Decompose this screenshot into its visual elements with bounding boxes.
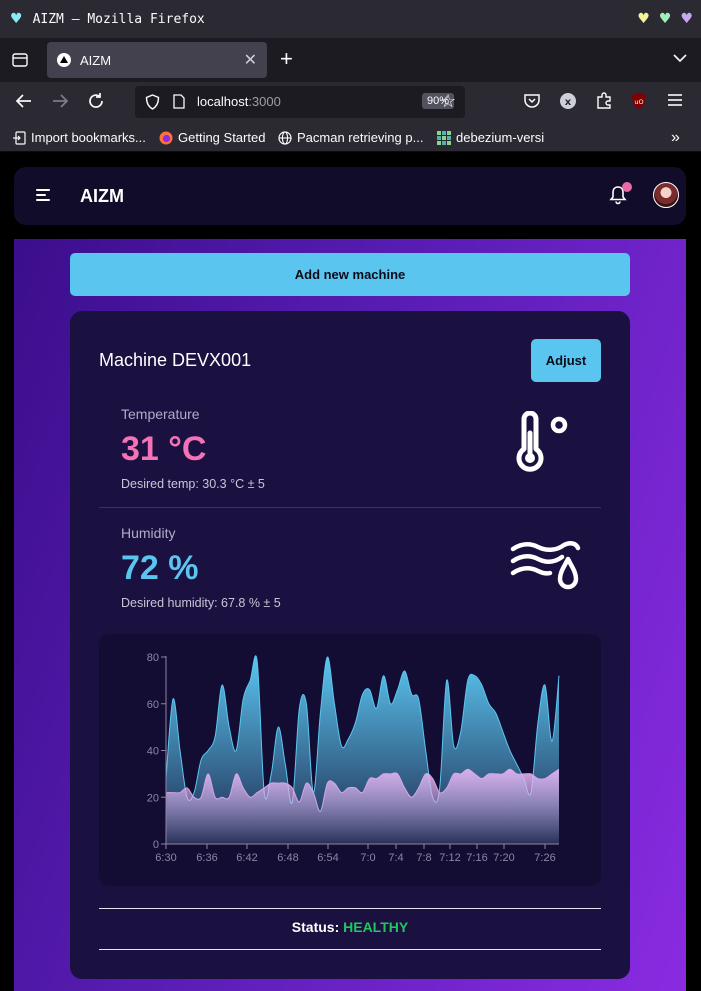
tracking-protection-shield-icon[interactable] <box>145 94 160 113</box>
url-bar[interactable]: localhost:3000 90% ☆ <box>135 86 465 118</box>
back-icon[interactable] <box>15 92 33 115</box>
x-tick-label: 6:54 <box>317 852 338 864</box>
bookmark-pacman[interactable]: Pacman retrieving p... <box>278 130 423 145</box>
maximize-icon[interactable]: ♥ <box>659 11 672 27</box>
reload-icon[interactable] <box>87 92 105 115</box>
humidity-wind-drop-icon <box>510 541 581 590</box>
nextjs-favicon-icon <box>57 53 71 67</box>
x-tick-label: 6:30 <box>155 852 176 864</box>
globe-icon <box>278 130 292 145</box>
temperature-desired: Desired temp: 30.3 °C ± 5 <box>121 477 265 491</box>
x-tick-label: 7:12 <box>439 852 460 864</box>
svg-text:x: x <box>565 97 572 108</box>
window-titlebar: ♥ AIZM — Mozilla Firefox ♥ ♥ ♥ <box>0 0 701 38</box>
tab-bar: AIZM ✕ + <box>0 38 701 82</box>
app-title: AIZM <box>80 186 124 206</box>
list-tabs-chevron-icon[interactable] <box>673 50 687 66</box>
x-tick-label: 7:8 <box>416 852 431 864</box>
x-tick-label: 7:16 <box>466 852 487 864</box>
humidity-desired: Desired humidity: 67.8 % ± 5 <box>121 596 281 610</box>
adjust-button[interactable]: Adjust <box>531 339 601 382</box>
x-tick-label: 7:0 <box>360 852 375 864</box>
status-bottom-divider <box>99 949 601 950</box>
page-viewport: AIZM Add new machine Machine DEVX001 Adj… <box>0 153 701 991</box>
sensor-area-chart: 0 20 40 60 80 6:30 6:36 6:42 6:48 6:54 7:0 7:4 7:8 7:… <box>147 652 560 864</box>
menu-icon[interactable] <box>36 189 50 204</box>
notification-badge <box>622 182 632 192</box>
page-info-icon[interactable] <box>173 94 185 112</box>
url-host: localhost <box>197 94 249 109</box>
sensor-chart: 0 20 40 60 80 6:30 6:36 6:42 6:48 6:54 7:0 7:4 7:8 7:… <box>99 634 601 886</box>
humidity-label: Humidity <box>121 525 176 541</box>
status-label: Status: <box>291 919 340 935</box>
status-row: Status: HEALTHY <box>99 919 601 935</box>
y-tick-label: 20 <box>147 792 159 804</box>
debezium-grid-icon <box>437 130 451 145</box>
heart-icon: ♥ <box>10 11 23 27</box>
forward-icon[interactable] <box>51 92 69 115</box>
ublock-origin-icon[interactable]: uO <box>631 92 647 115</box>
x-tick-label: 7:4 <box>388 852 403 864</box>
bookmark-star-icon[interactable]: ☆ <box>440 91 456 112</box>
y-tick-label: 60 <box>147 699 159 711</box>
humidity-value: 72 % <box>121 549 199 587</box>
app-header: AIZM <box>14 167 686 225</box>
minimize-icon[interactable]: ♥ <box>637 11 650 27</box>
window-title: AIZM — Mozilla Firefox <box>32 11 205 27</box>
x-tick-label: 7:26 <box>534 852 555 864</box>
bookmark-import[interactable]: Import bookmarks... <box>12 130 146 145</box>
extensions-puzzle-icon[interactable] <box>595 92 613 115</box>
tab-label: AIZM <box>80 52 112 68</box>
bookmark-label: Getting Started <box>178 130 266 145</box>
bookmark-label: debezium-versi <box>456 130 545 145</box>
close-window-icon[interactable]: ♥ <box>680 11 693 27</box>
url-text[interactable]: localhost:3000 <box>197 94 281 109</box>
firefox-view-icon <box>12 53 28 67</box>
metric-divider <box>99 507 601 508</box>
bookmark-label: Pacman retrieving p... <box>297 130 424 145</box>
bookmark-debezium[interactable]: debezium-versi <box>437 130 544 145</box>
add-machine-button[interactable]: Add new machine <box>70 253 630 296</box>
firefox-view-button[interactable] <box>0 38 40 82</box>
machine-title: Machine DEVX001 <box>99 350 252 370</box>
bookmark-label: Import bookmarks... <box>31 130 146 145</box>
main-content: Add new machine Machine DEVX001 Adjust T… <box>14 239 686 991</box>
x-tick-label: 7:20 <box>493 852 514 864</box>
app-menu-icon[interactable] <box>667 92 683 112</box>
x-tick-label: 6:36 <box>196 852 217 864</box>
bookmarks-toolbar: Import bookmarks... Getting Started Pacm… <box>0 123 701 152</box>
window-controls: ♥ ♥ ♥ <box>637 11 693 27</box>
url-port: :3000 <box>248 94 281 109</box>
status-top-divider <box>99 908 601 909</box>
x-tick-label: 6:48 <box>277 852 298 864</box>
y-tick-label: 0 <box>153 839 159 851</box>
temperature-value: 31 °C <box>121 430 207 468</box>
new-tab-icon[interactable]: + <box>280 48 293 70</box>
extension-x-icon[interactable]: x <box>559 92 577 115</box>
pocket-icon[interactable] <box>523 92 541 115</box>
avatar[interactable] <box>653 182 679 208</box>
tab-aizm[interactable]: AIZM ✕ <box>47 42 267 78</box>
bookmark-getting-started[interactable]: Getting Started <box>159 130 265 145</box>
machine-card: Machine DEVX001 Adjust Temperature 31 °C… <box>70 311 630 979</box>
y-tick-label: 80 <box>147 652 159 664</box>
close-tab-icon[interactable]: ✕ <box>244 50 257 70</box>
svg-text:uO: uO <box>634 98 643 106</box>
import-icon <box>13 130 26 145</box>
temperature-label: Temperature <box>121 406 200 422</box>
bookmarks-overflow-chevron-icon[interactable]: » <box>671 129 680 147</box>
status-value: HEALTHY <box>343 919 409 935</box>
y-tick-label: 40 <box>147 746 159 758</box>
thermometer-icon <box>516 411 568 472</box>
navigation-toolbar: localhost:3000 90% ☆ x uO <box>0 82 701 123</box>
x-tick-label: 6:42 <box>236 852 257 864</box>
firefox-icon <box>159 131 173 144</box>
